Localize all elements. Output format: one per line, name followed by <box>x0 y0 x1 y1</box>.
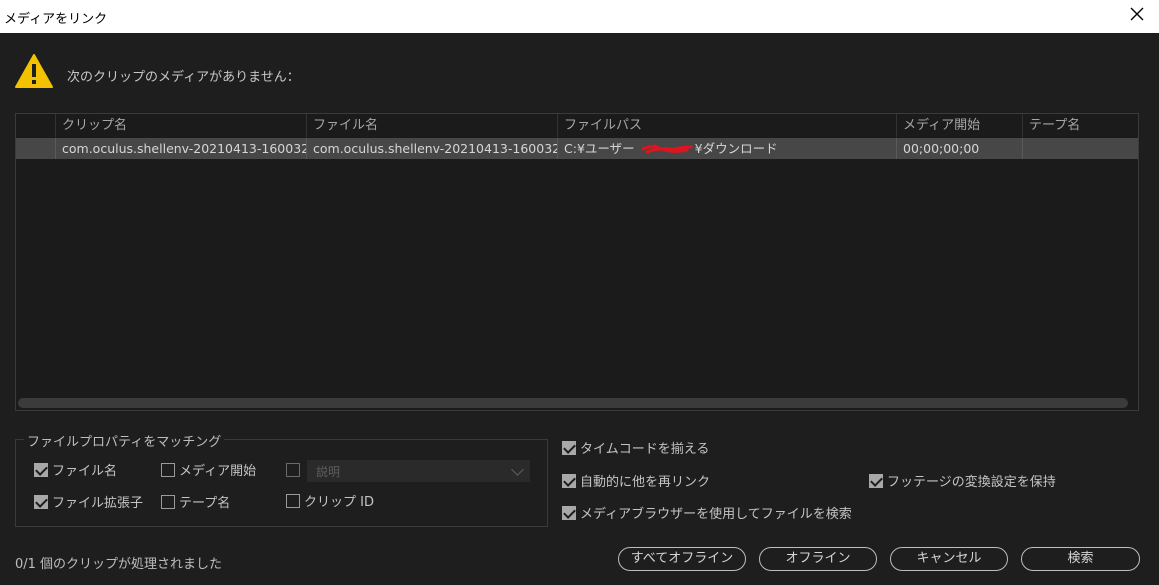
checkbox-use-media-browser[interactable]: メディアブラウザーを使用してファイルを検索 <box>562 503 852 522</box>
close-icon[interactable] <box>1129 6 1145 22</box>
checkbox-file-extension[interactable]: ファイル拡張子 <box>34 492 143 511</box>
checkbox-label: フッテージの変換設定を保持 <box>887 475 1056 490</box>
checkbox-clip-id[interactable]: クリップ ID <box>286 491 374 510</box>
checkbox-box[interactable] <box>869 473 883 488</box>
match-properties-legend: ファイルプロパティをマッチング <box>24 431 225 450</box>
column-header-file-name[interactable]: ファイル名 <box>306 114 557 137</box>
checkbox-auto-relink[interactable]: 自動的に他を再リンク <box>562 471 710 490</box>
clip-table: クリップ名 ファイル名 ファイルパス メディア開始 テープ名 com.oculu… <box>15 113 1139 411</box>
path-prefix: C:¥ユーザー <box>564 141 635 156</box>
offline-all-button[interactable]: すべてオフライン <box>618 547 746 571</box>
checkbox-align-timecode[interactable]: タイムコードを揃える <box>562 438 709 457</box>
checkbox-label: メディアブラウザーを使用してファイルを検索 <box>580 507 852 522</box>
checkbox-label: 自動的に他を再リンク <box>580 475 711 490</box>
missing-media-message: 次のクリップのメディアがありません： <box>67 70 300 85</box>
checkbox-description[interactable] <box>286 463 300 477</box>
table-row[interactable]: com.oculus.shellenv-20210413-160032.mp c… <box>16 138 1138 159</box>
cell-file-name: com.oculus.shellenv-20210413-160032.mp <box>306 138 557 159</box>
chevron-down-icon <box>511 463 524 476</box>
checkbox-box[interactable] <box>286 493 300 508</box>
checkbox-box[interactable] <box>161 494 175 509</box>
status-text: 0/1 個のクリップが処理されました <box>15 557 223 572</box>
match-properties-group: ファイルプロパティをマッチング ファイル名 メディア開始 説明 ファイル拡張子 … <box>15 431 548 527</box>
checkbox-box[interactable] <box>34 462 48 477</box>
checkbox-label: ファイル名 <box>52 464 118 479</box>
checkbox-label: メディア開始 <box>179 464 257 479</box>
cell-media-start: 00;00;00;00 <box>896 138 1022 159</box>
cell-tape-name <box>1022 138 1138 159</box>
search-button[interactable]: 検索 <box>1021 547 1140 571</box>
checkbox-box[interactable] <box>562 473 576 488</box>
description-select-value: 説明 <box>316 465 341 479</box>
checkbox-label: ファイル拡張子 <box>52 496 144 511</box>
checkbox-tape-name[interactable]: テープ名 <box>161 492 230 511</box>
description-select[interactable]: 説明 <box>307 460 530 482</box>
window-title: メディアをリンク <box>4 12 108 27</box>
checkbox-file-name[interactable]: ファイル名 <box>34 460 117 479</box>
cell-clip-name: com.oculus.shellenv-20210413-160032.mp <box>55 138 306 159</box>
cell-file-path: C:¥ユーザー ¥ダウンロード <box>557 138 896 159</box>
column-header-media-start[interactable]: メディア開始 <box>896 114 1022 137</box>
column-header-file-path[interactable]: ファイルパス <box>557 114 896 137</box>
offline-button[interactable]: オフライン <box>759 547 877 571</box>
checkbox-label: テープ名 <box>179 496 231 511</box>
column-header-clip-name[interactable]: クリップ名 <box>55 114 306 137</box>
checkbox-media-start[interactable]: メディア開始 <box>161 460 256 479</box>
checkbox-box[interactable] <box>562 505 576 520</box>
path-suffix: ¥ダウンロード <box>694 141 778 156</box>
checkbox-box[interactable] <box>562 440 576 455</box>
checkbox-preserve-interpret-footage[interactable]: フッテージの変換設定を保持 <box>869 471 1056 490</box>
redaction-scribble <box>641 144 693 154</box>
horizontal-scrollbar[interactable] <box>18 398 1128 408</box>
checkbox-label: タイムコードを揃える <box>580 442 710 457</box>
cancel-button[interactable]: キャンセル <box>890 547 1008 571</box>
table-header: クリップ名 ファイル名 ファイルパス メディア開始 テープ名 <box>16 114 1138 137</box>
checkbox-label: クリップ ID <box>304 495 374 510</box>
checkbox-box[interactable] <box>161 462 175 477</box>
warning-icon <box>15 54 53 88</box>
title-bar: メディアをリンク <box>0 0 1159 33</box>
checkbox-box[interactable] <box>34 494 48 509</box>
checkbox-box[interactable] <box>286 463 300 477</box>
column-header-tape-name[interactable]: テープ名 <box>1022 114 1138 137</box>
